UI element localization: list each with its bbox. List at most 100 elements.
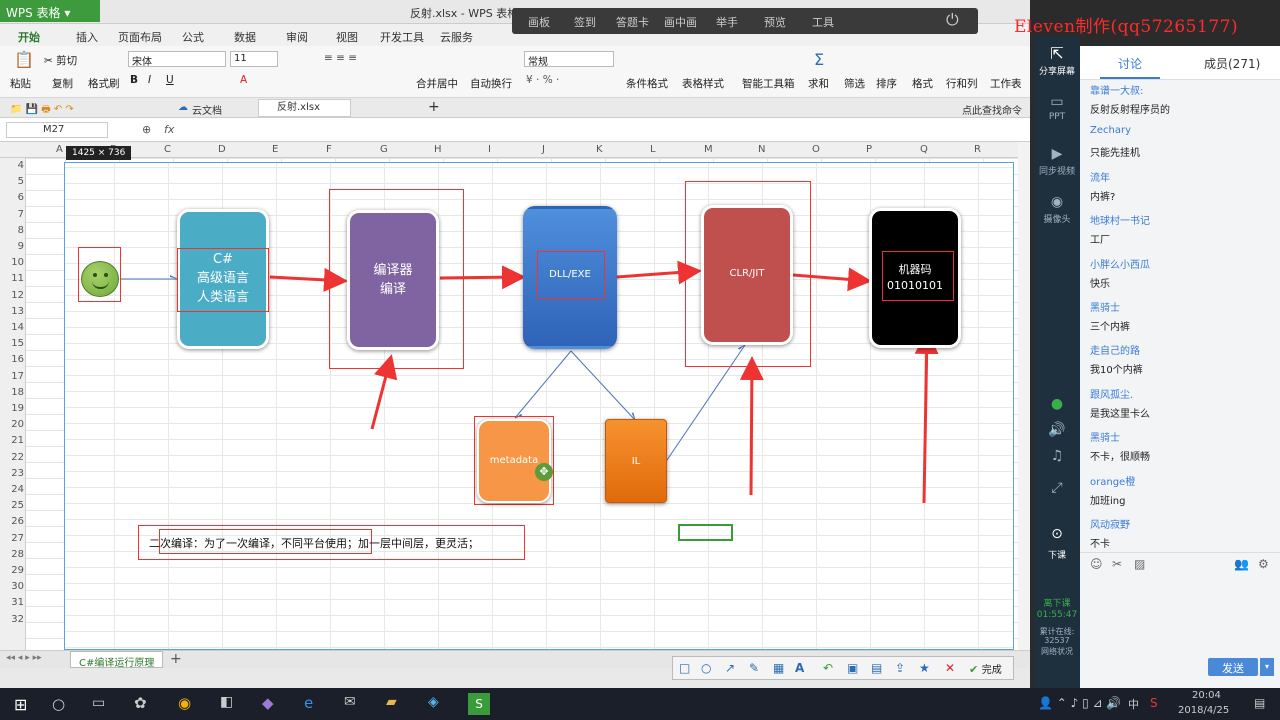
row-header[interactable]: 21 xyxy=(0,435,24,446)
wrap-text-button[interactable]: 自动换行 xyxy=(470,76,512,91)
format-button[interactable]: 格式 xyxy=(912,76,933,91)
text-icon[interactable]: A xyxy=(795,661,804,675)
tab-members[interactable]: 成员(271) xyxy=(1204,55,1260,72)
row-header[interactable]: 24 xyxy=(0,484,24,495)
ellipse-icon[interactable]: ○ xyxy=(701,661,711,675)
end-class-button[interactable]: 下课 xyxy=(1034,548,1080,561)
tab-cloud[interactable]: 云服务 xyxy=(440,29,473,45)
power-icon[interactable]: ⏻ xyxy=(946,10,959,30)
paste-icon[interactable]: 📋 xyxy=(14,50,34,69)
chat-sender[interactable]: 黑骑士 xyxy=(1090,299,1120,314)
music-icon[interactable]: ♫ xyxy=(1034,448,1080,464)
ime-icon[interactable]: S xyxy=(1150,696,1158,710)
tab-review[interactable]: 审阅 xyxy=(286,29,308,45)
smart-toolbox-button[interactable]: 智能工具箱 xyxy=(742,76,795,91)
quick-access-icons[interactable]: 📁 💾 🖶 ↶ ↷ xyxy=(10,102,74,119)
row-header[interactable]: 20 xyxy=(0,419,24,430)
floatbar-tools[interactable]: 工具 xyxy=(812,14,834,30)
sheet-button[interactable]: 工作表 xyxy=(990,76,1022,91)
app-icon-2[interactable]: ◧ xyxy=(220,694,233,710)
floatbar-whiteboard[interactable]: 画板 xyxy=(528,14,550,30)
edge-icon[interactable]: e xyxy=(304,694,313,712)
column-header[interactable]: R xyxy=(974,144,981,155)
tab-developer[interactable]: 开发工具 xyxy=(380,29,424,45)
chat-sender[interactable]: 风动寂野 xyxy=(1090,516,1130,531)
chat-sender[interactable]: 走自己的路 xyxy=(1090,342,1140,357)
arrow-icon[interactable]: ↗ xyxy=(725,661,735,675)
notification-icon[interactable]: ▤ xyxy=(1254,696,1265,710)
active-cell[interactable] xyxy=(678,524,733,541)
row-header[interactable]: 16 xyxy=(0,354,24,365)
italic-icon[interactable]: I xyxy=(148,74,151,86)
cancel-icon[interactable]: ✕ xyxy=(945,661,955,675)
clock-date[interactable]: 2018/4/25 xyxy=(1178,705,1229,716)
column-header[interactable]: G xyxy=(380,144,388,155)
wps-taskbar-icon[interactable]: S xyxy=(468,693,490,715)
tab-page-layout[interactable]: 页面布局 xyxy=(118,29,162,45)
chat-sender[interactable]: 流年 xyxy=(1090,169,1110,184)
mail-icon[interactable]: ✉ xyxy=(344,694,356,710)
new-tab-button[interactable]: + xyxy=(428,99,440,115)
column-header[interactable]: C xyxy=(164,144,171,155)
pen-icon[interactable]: ✎ xyxy=(749,661,759,675)
ime-indicator[interactable]: 中 xyxy=(1128,696,1139,712)
tab-data[interactable]: 数据 xyxy=(234,29,256,45)
speaker-icon[interactable]: 🔊 xyxy=(1034,422,1080,438)
row-header[interactable]: 4 xyxy=(0,160,24,171)
tab-formula[interactable]: 公式 xyxy=(182,29,204,45)
users-icon[interactable]: 👥 xyxy=(1234,557,1249,571)
column-header[interactable]: O xyxy=(812,144,820,155)
sheet-nav-icons[interactable]: ◂◂ ◂ ▸ ▸▸ xyxy=(6,653,42,663)
sheet-tab[interactable]: C#编译运行原理 xyxy=(70,651,164,669)
tab-insert[interactable]: 插入 xyxy=(76,29,98,45)
underline-icon[interactable]: U xyxy=(166,74,174,86)
row-header[interactable]: 30 xyxy=(0,581,24,592)
merge-center-button[interactable]: 合并居中 xyxy=(416,76,458,91)
chat-sender[interactable]: 地球村一书记 xyxy=(1090,212,1150,227)
wps-menu-button[interactable]: WPS 表格 ▾ xyxy=(0,0,100,22)
task-view-icon[interactable]: ▭ xyxy=(92,695,105,711)
row-header[interactable]: 18 xyxy=(0,387,24,398)
explorer-icon[interactable]: ▰ xyxy=(386,694,397,710)
chat-sender[interactable]: orange橙 xyxy=(1090,473,1135,488)
floatbar-preview[interactable]: 预览 xyxy=(764,14,786,30)
font-size-select[interactable]: 11 xyxy=(230,51,278,67)
row-header[interactable]: 14 xyxy=(0,322,24,333)
search-icon[interactable]: ○ xyxy=(52,695,65,713)
table-style-button[interactable]: 表格样式 xyxy=(682,76,724,91)
bold-icon[interactable]: B xyxy=(130,74,138,86)
row-header[interactable]: 32 xyxy=(0,614,24,625)
share-screen-button[interactable]: 分享屏幕 xyxy=(1034,64,1080,77)
row-header[interactable]: 15 xyxy=(0,338,24,349)
camera-button[interactable]: 摄像头 xyxy=(1034,212,1080,225)
font-name-select[interactable]: 宋体 xyxy=(128,51,226,68)
emoji-icon[interactable]: ☺ xyxy=(1090,557,1103,571)
undo-icon[interactable]: ↶ xyxy=(823,661,833,675)
image-icon[interactable]: ▨ xyxy=(1134,557,1145,571)
column-header[interactable]: I xyxy=(488,144,491,155)
chat-sender[interactable]: 黑骑士 xyxy=(1090,429,1120,444)
chat-sender[interactable]: 小胖么小西瓜 xyxy=(1090,256,1150,271)
column-header[interactable]: Q xyxy=(920,144,928,155)
row-header[interactable]: 12 xyxy=(0,290,24,301)
row-header[interactable]: 25 xyxy=(0,500,24,511)
chrome-icon[interactable]: ◉ xyxy=(178,694,191,712)
row-header[interactable]: 28 xyxy=(0,549,24,560)
row-header[interactable]: 31 xyxy=(0,597,24,608)
share-screen-icon[interactable]: ⇱ xyxy=(1034,44,1080,63)
floatbar-pip[interactable]: 画中画 xyxy=(664,14,697,30)
column-header[interactable]: A xyxy=(56,144,63,155)
tab-home[interactable]: 开始 xyxy=(18,29,40,45)
cut-button[interactable]: ✂ 剪切 xyxy=(44,53,77,68)
rectangle-icon[interactable]: □ xyxy=(679,661,690,675)
sync-video-button[interactable]: 同步视频 xyxy=(1034,164,1080,177)
row-header[interactable]: 8 xyxy=(0,225,24,236)
clock-time[interactable]: 20:04 xyxy=(1192,690,1221,701)
row-header[interactable]: 22 xyxy=(0,452,24,463)
percent-icon[interactable]: ¥ · % · xyxy=(526,74,559,86)
column-header[interactable]: F xyxy=(326,144,332,155)
format-painter-button[interactable]: 格式刷 xyxy=(88,76,120,91)
done-button[interactable]: ✔ 完成 xyxy=(969,661,1002,676)
row-header[interactable]: 26 xyxy=(0,516,24,527)
row-header[interactable]: 29 xyxy=(0,565,24,576)
